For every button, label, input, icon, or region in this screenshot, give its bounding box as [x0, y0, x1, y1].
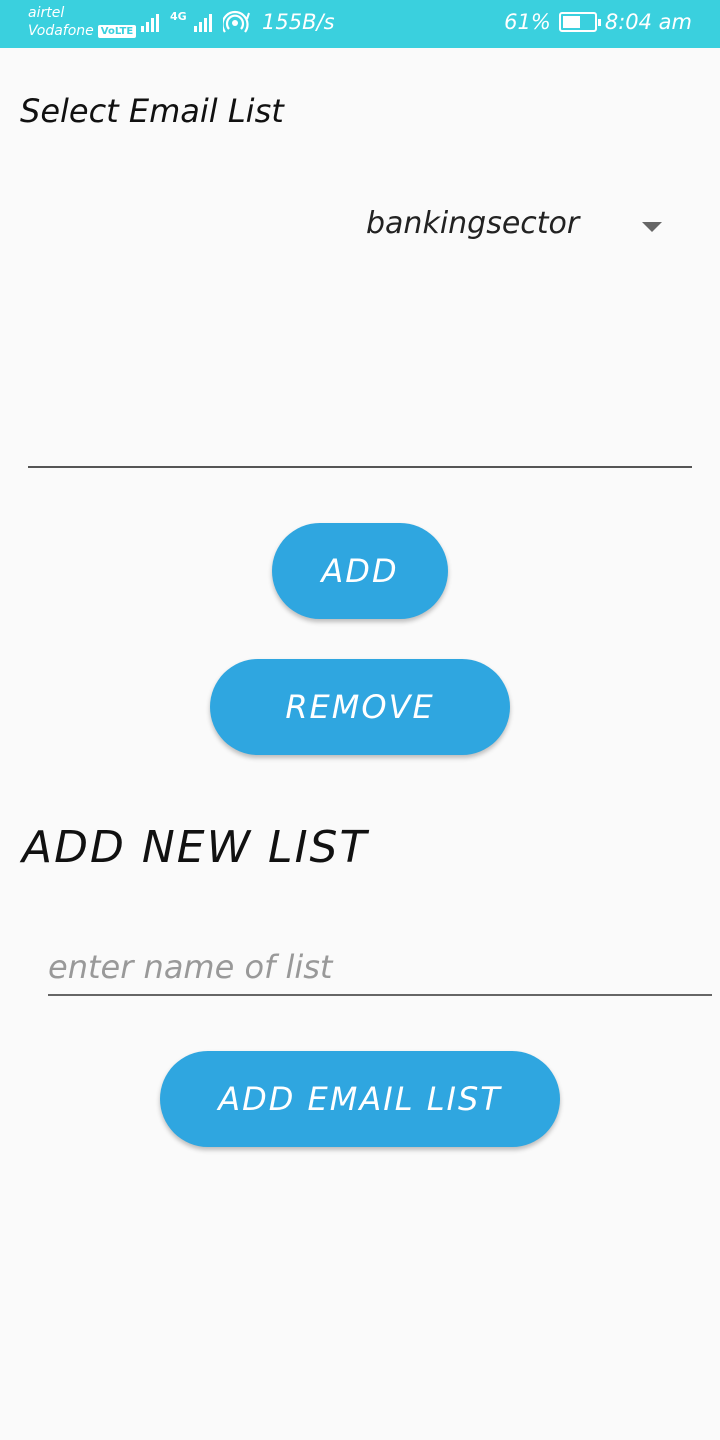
status-bar: airtel Vodafone VoLTE 4G 155B/s 61% 8:04…	[0, 0, 720, 48]
carrier-info: airtel Vodafone VoLTE	[28, 4, 137, 40]
email-list-dropdown[interactable]: bankingsector	[28, 190, 692, 468]
select-email-list-label: Select Email List	[20, 92, 284, 130]
volte-badge: VoLTE	[97, 24, 137, 38]
carrier-2: Vodafone	[28, 23, 94, 39]
network-type: 4G	[170, 10, 187, 23]
list-name-input[interactable]	[48, 940, 712, 996]
add-button[interactable]: ADD	[272, 523, 448, 619]
hotspot-icon	[222, 10, 250, 33]
dropdown-selected-value: bankingsector	[366, 206, 580, 241]
battery-icon	[558, 12, 601, 32]
clock: 8:04 am	[604, 10, 692, 34]
battery-percent: 61%	[504, 10, 551, 34]
remove-button[interactable]: REMOVE	[210, 659, 510, 755]
carrier-1: airtel	[28, 5, 65, 21]
add-new-list-heading: ADD NEW LIST	[22, 822, 369, 873]
signal-icon	[141, 14, 159, 32]
add-email-list-button[interactable]: ADD EMAIL LIST	[160, 1051, 560, 1147]
network-speed: 155B/s	[262, 10, 335, 34]
signal-icon-2	[193, 14, 212, 32]
dropdown-arrow-icon	[642, 222, 662, 232]
